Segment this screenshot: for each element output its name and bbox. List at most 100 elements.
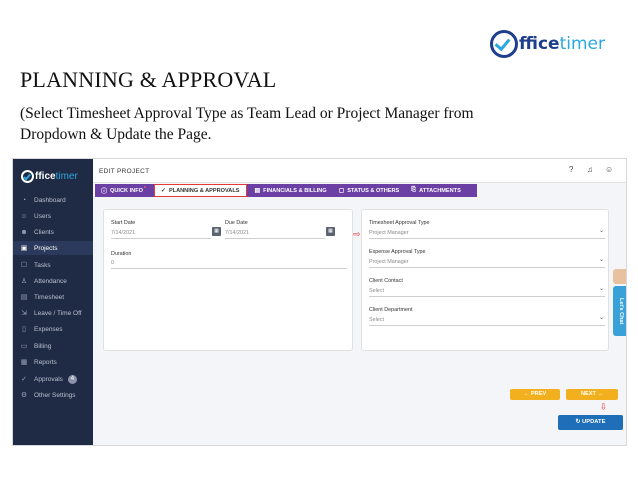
chevron-down-icon[interactable]: ⌄ <box>599 314 604 321</box>
reports-icon: ▦ <box>20 359 28 366</box>
page-title: EDIT PROJECT <box>99 168 150 175</box>
chevron-down-icon[interactable]: ⌄ <box>599 285 604 292</box>
logo-check-icon <box>21 169 34 183</box>
client-department-select[interactable]: Select <box>369 317 384 323</box>
bell-icon[interactable]: ♫ <box>587 165 593 174</box>
app-window: fficetimer ◔ Dashboard ☺ Users ☻ Clients ▣ P… <box>12 158 627 446</box>
sidebar-item-expenses[interactable]: ▯ Expenses <box>13 322 93 336</box>
sidebar-item-label: Clients <box>34 228 54 236</box>
duration-label: Duration <box>111 251 132 257</box>
billing-icon: ▭ <box>20 343 28 350</box>
tab-attachments[interactable]: ⎘ ATTACHMENTS <box>405 184 467 197</box>
sidebar-item-label: Dashboard <box>34 196 66 204</box>
approvals-count-badge: 4 <box>67 374 77 384</box>
due-date-label: Due Date <box>225 220 248 226</box>
sidebar-item-label: Projects <box>34 244 58 252</box>
sidebar-item-label: Attendance <box>34 277 67 285</box>
tab-status-others[interactable]: ▢ STATUS & OTHERS <box>333 184 406 197</box>
status-icon: ▢ <box>338 188 345 194</box>
update-button-label: UPDATE <box>582 419 606 425</box>
slide-subtitle: (Select Timesheet Approval Type as Team … <box>20 105 474 143</box>
pointer-arrow-icon: ⇨ <box>598 402 609 411</box>
officetimer-logo: fficetimer <box>490 30 605 58</box>
expenses-icon: ▯ <box>22 326 26 333</box>
sidebar-item-approvals[interactable]: ✓ Approvals 4 <box>13 372 93 386</box>
sidebar-item-users[interactable]: ☺ Users <box>13 209 93 223</box>
next-button[interactable]: NEXT → <box>566 389 618 400</box>
sidebar-logo-part1: ffice <box>35 170 56 182</box>
sidebar-item-tasks[interactable]: ☐ Tasks <box>13 258 93 272</box>
sidebar-item-clients[interactable]: ☻ Clients <box>13 225 93 239</box>
clients-icon: ☻ <box>20 228 28 236</box>
timesheet-icon: ▤ <box>20 294 28 301</box>
projects-icon: ▣ <box>20 245 28 252</box>
sidebar-item-other-settings[interactable]: ⚙ Other Settings <box>13 388 93 402</box>
sidebar-item-label: Reports <box>34 358 57 366</box>
sidebar-item-label: Timesheet <box>34 293 65 301</box>
sidebar-item-label: Expenses <box>34 325 63 333</box>
chat-agent-avatar[interactable] <box>613 269 626 284</box>
user-icon[interactable]: ☺ <box>605 165 613 174</box>
client-contact-select[interactable]: Select <box>369 288 384 294</box>
sidebar-item-label: Other Settings <box>34 391 76 399</box>
logo-text-part1: ffice <box>519 34 560 54</box>
leave-icon: ⇲ <box>21 310 27 317</box>
tab-planning-approvals[interactable]: ✓ PLANNING & APPROVALS <box>153 184 247 197</box>
tasks-icon: ☐ <box>20 262 28 269</box>
sidebar-item-reports[interactable]: ▦ Reports <box>13 355 93 369</box>
required-marker: * <box>143 185 146 192</box>
approvals-icon: ✓ <box>21 376 27 383</box>
pointer-arrow-icon: ⇨ <box>353 229 361 239</box>
users-icon: ☺ <box>20 212 28 220</box>
sidebar-item-label: Users <box>34 212 51 220</box>
sidebar-item-label: Approvals <box>34 375 63 383</box>
tab-quick-info[interactable]: ⓘ QUICK INFO * <box>95 184 152 197</box>
help-icon[interactable]: ? <box>569 165 573 174</box>
sidebar-item-billing[interactable]: ▭ Billing <box>13 339 93 353</box>
expense-approval-label: Expense Approval Type <box>369 249 426 255</box>
tab-financials-billing[interactable]: ▤ FINANCIALS & BILLING <box>249 184 333 197</box>
start-date-input[interactable]: 7/14/2021 <box>111 230 135 236</box>
attendance-icon: ♙ <box>20 278 28 285</box>
approvals-card: Timesheet Approval Type Project Manager … <box>361 209 609 351</box>
client-contact-label: Client Contact <box>369 278 403 284</box>
timesheet-approval-select[interactable]: Project Manager <box>369 230 409 236</box>
project-tabs: ⓘ QUICK INFO * ✓ PLANNING & APPROVALS ▤ FINA… <box>95 184 477 197</box>
sidebar-item-timesheet[interactable]: ▤ Timesheet <box>13 290 93 304</box>
slide-title: PLANNING & APPROVAL <box>20 67 277 92</box>
lets-chat-button[interactable]: Let's Chat <box>613 286 626 336</box>
sidebar-item-label: Leave / Time Off <box>34 309 82 317</box>
chevron-down-icon[interactable]: ⌄ <box>599 227 604 234</box>
logo-text-part2: timer <box>559 34 605 54</box>
timesheet-approval-label: Timesheet Approval Type <box>369 220 430 226</box>
paperclip-icon: ⎘ <box>411 187 417 193</box>
duration-input[interactable]: 0 <box>111 260 114 266</box>
dashboard-icon: ◔ <box>21 196 27 204</box>
client-department-label: Client Department <box>369 307 413 313</box>
sidebar-item-attendance[interactable]: ♙ Attendance <box>13 274 93 288</box>
top-bar: EDIT PROJECT ? ♫ ☺ <box>93 159 626 183</box>
refresh-icon: ↻ <box>575 419 581 425</box>
start-date-calendar-icon[interactable]: ▦ <box>212 227 221 236</box>
sidebar-item-projects[interactable]: ▣ Projects <box>13 241 93 255</box>
chevron-down-icon[interactable]: ⌄ <box>599 256 604 263</box>
settings-icon: ⚙ <box>20 392 28 399</box>
expense-approval-select[interactable]: Project Manager <box>369 259 409 265</box>
sidebar-item-dashboard[interactable]: ◔ Dashboard <box>13 193 93 207</box>
logo-check-icon <box>490 30 518 58</box>
sidebar: fficetimer ◔ Dashboard ☺ Users ☻ Clients ▣ P… <box>13 159 93 445</box>
prev-button[interactable]: ← PREV <box>510 389 560 400</box>
update-button[interactable]: ↻ UPDATE <box>558 415 623 430</box>
sidebar-item-label: Tasks <box>34 261 51 269</box>
sidebar-logo[interactable]: fficetimer <box>13 159 93 185</box>
sidebar-item-leave[interactable]: ⇲ Leave / Time Off <box>13 306 93 320</box>
sidebar-item-label: Billing <box>34 342 52 350</box>
billing-icon: ▤ <box>254 188 261 194</box>
sidebar-logo-part2: timer <box>55 170 78 182</box>
dates-card: Start Date 7/14/2021 ▦ Due Date 7/14/202… <box>103 209 353 351</box>
due-date-calendar-icon[interactable]: ▦ <box>326 227 335 236</box>
check-circle-icon: ✓ <box>160 188 166 194</box>
info-icon: ⓘ <box>101 189 108 195</box>
start-date-label: Start Date <box>111 220 136 226</box>
due-date-input[interactable]: 7/14/2021 <box>225 230 249 236</box>
